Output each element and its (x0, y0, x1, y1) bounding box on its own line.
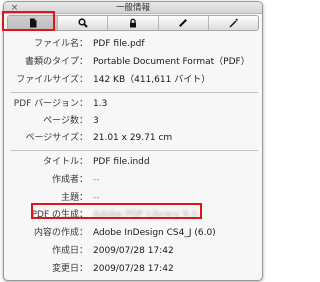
content-creator-value: Adobe InDesign CS4_J (6.0) (93, 228, 216, 238)
tab-annotate[interactable] (209, 16, 258, 30)
title-row: タイトル： PDF file.indd (4, 156, 262, 169)
file-name-label: ファイル名： (33, 39, 88, 49)
tab-search[interactable] (58, 16, 109, 30)
author-row: 作成者： -- (4, 174, 262, 187)
author-value: -- (93, 175, 100, 185)
file-size-row: ファイルサイズ： 142 KB（411,611 バイト） (4, 74, 262, 87)
content-creator-label: 内容の作成： (33, 228, 88, 238)
pen-icon (228, 18, 239, 28)
created-date-row: 作成日： 2009/07/28 17:42 (4, 245, 262, 258)
ruler-icon (178, 18, 188, 28)
tab-ruler[interactable] (159, 16, 209, 30)
author-label: 作成者： (51, 175, 88, 185)
lock-icon (128, 18, 138, 28)
modified-date-label: 変更日： (51, 264, 88, 274)
page-size-value: 21.01 x 29.71 cm (93, 133, 173, 143)
page-count-label: ページ数： (43, 116, 88, 126)
page-count-row: ページ数： 3 (4, 115, 262, 128)
pdf-version-row: PDF バージョン： 1.3 (4, 98, 262, 111)
search-icon (78, 18, 88, 28)
content-creator-row: 内容の作成： Adobe InDesign CS4_J (6.0) (4, 227, 262, 240)
document-type-value: Portable Document Format（PDF） (93, 57, 250, 67)
file-size-value: 142 KB（411,611 バイト） (93, 75, 211, 85)
file-name-value: PDF file.pdf (93, 39, 145, 49)
title-value: PDF file.indd (93, 157, 150, 167)
pdf-version-value: 1.3 (93, 99, 108, 109)
modified-date-value: 2009/07/28 17:42 (93, 264, 174, 274)
page-size-row: ページサイズ： 21.01 x 29.71 cm (4, 132, 262, 145)
page-size-label: ページサイズ： (25, 133, 88, 143)
pdf-version-label: PDF バージョン： (13, 99, 88, 109)
title-label: タイトル： (42, 157, 88, 167)
highlight-box-pdf-producer (31, 203, 202, 219)
created-date-value: 2009/07/28 17:42 (93, 246, 174, 256)
divider (10, 92, 258, 93)
file-name-row: ファイル名： PDF file.pdf (4, 38, 262, 51)
page-count-value: 3 (93, 116, 99, 126)
tab-security[interactable] (108, 16, 159, 30)
file-size-label: ファイルサイズ： (16, 75, 88, 85)
highlight-box-tab (2, 11, 55, 31)
document-type-label: 書類のタイプ： (24, 57, 88, 67)
created-date-label: 作成日： (51, 246, 88, 256)
document-type-row: 書類のタイプ： Portable Document Format（PDF） (4, 56, 262, 69)
modified-date-row: 変更日： 2009/07/28 17:42 (4, 263, 262, 276)
document-info-window: × 一般情報 ファイル名： PDF file.pdf 書類のタイプ： Porta… (3, 1, 263, 281)
divider (10, 150, 258, 151)
